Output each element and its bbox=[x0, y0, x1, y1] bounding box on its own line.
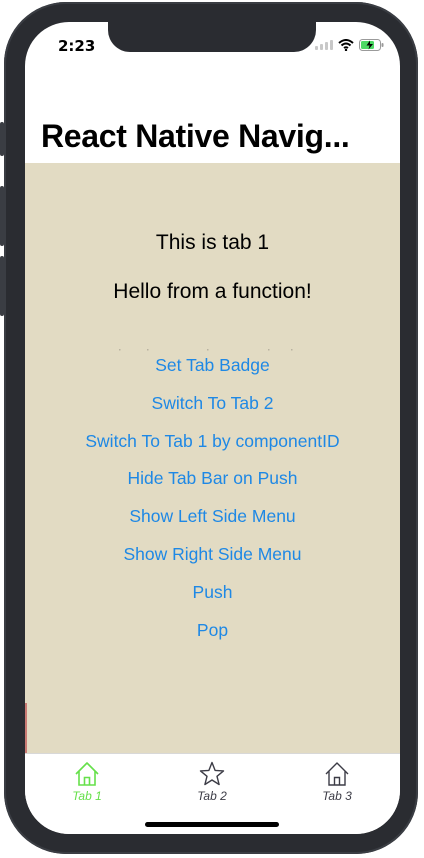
signal-icon bbox=[315, 40, 333, 50]
home-indicator[interactable] bbox=[145, 822, 279, 827]
push-button[interactable]: Push bbox=[25, 574, 400, 612]
home-icon bbox=[75, 762, 99, 786]
switch-to-tab-2-button[interactable]: Switch To Tab 2 bbox=[25, 385, 400, 423]
battery-charging-icon bbox=[359, 39, 384, 51]
pop-button[interactable]: Pop bbox=[25, 612, 400, 650]
star-icon bbox=[199, 761, 225, 786]
switch-to-tab-1-by-componentid-button[interactable]: Switch To Tab 1 by componentID bbox=[25, 423, 400, 461]
action-buttons: Set Tab Badge Switch To Tab 2 Switch To … bbox=[25, 347, 400, 649]
status-icons bbox=[315, 39, 384, 51]
tab-content: This is tab 1 Hello from a function! Set… bbox=[25, 163, 400, 753]
notch bbox=[108, 22, 316, 52]
device: 2:23 React Native Navig... This is tab 1… bbox=[0, 0, 424, 858]
volume-up-button bbox=[0, 186, 4, 246]
mute-switch bbox=[0, 122, 4, 156]
tab-3-label: Tab 3 bbox=[322, 789, 352, 803]
volume-down-button bbox=[0, 256, 4, 316]
status-time: 2:23 bbox=[58, 37, 96, 55]
nav-title: React Native Navig... bbox=[41, 118, 350, 154]
set-tab-badge-button[interactable]: Set Tab Badge bbox=[25, 347, 400, 385]
home-icon bbox=[325, 762, 349, 786]
tab-1-label: Tab 1 bbox=[72, 789, 102, 803]
hide-tab-bar-on-push-button[interactable]: Hide Tab Bar on Push bbox=[25, 460, 400, 498]
function-greeting: Hello from a function! bbox=[113, 280, 312, 303]
show-left-side-menu-button[interactable]: Show Left Side Menu bbox=[25, 498, 400, 536]
tab-2[interactable]: Tab 2 bbox=[167, 760, 257, 803]
wifi-icon bbox=[338, 39, 354, 51]
tab-3[interactable]: Tab 3 bbox=[292, 760, 382, 803]
tab-heading: This is tab 1 bbox=[155, 231, 270, 254]
screen: 2:23 React Native Navig... This is tab 1… bbox=[25, 22, 400, 834]
edge-highlight bbox=[25, 703, 27, 753]
show-right-side-menu-button[interactable]: Show Right Side Menu bbox=[25, 536, 400, 574]
tab-2-label: Tab 2 bbox=[197, 789, 227, 803]
tab-1[interactable]: Tab 1 bbox=[42, 760, 132, 803]
